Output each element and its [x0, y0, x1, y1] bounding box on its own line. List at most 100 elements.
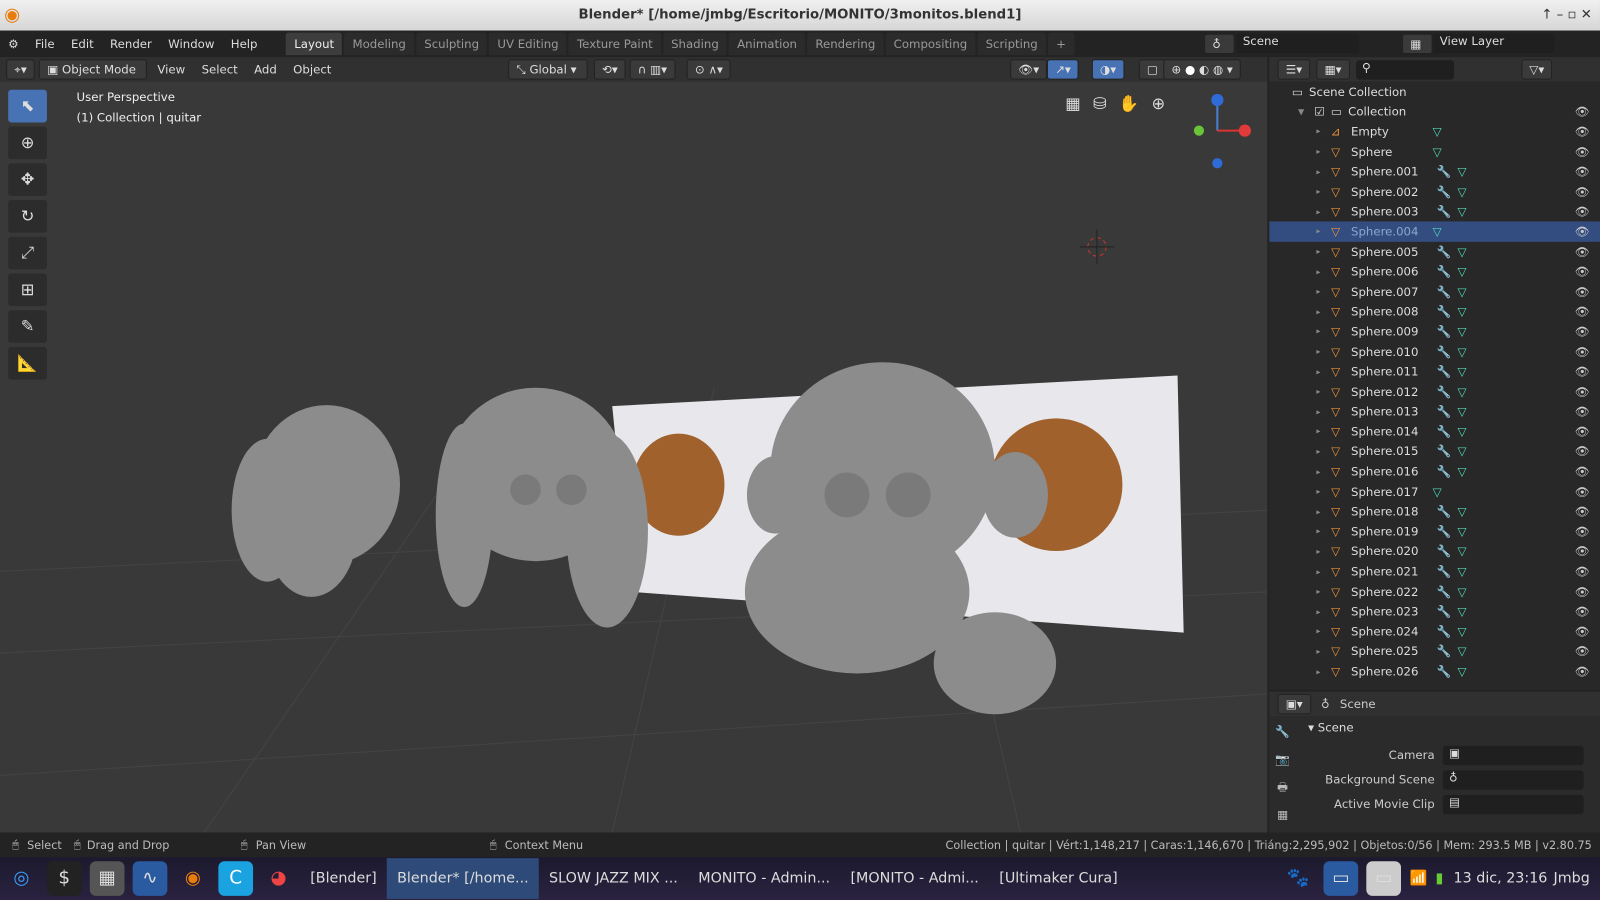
collection-row[interactable]: ▼ ☑ ▭ Collection 👁	[1269, 102, 1600, 122]
expand-icon[interactable]: ▸	[1316, 427, 1326, 436]
wrench-icon[interactable]: 🔧	[1437, 424, 1452, 438]
expand-icon[interactable]: ▸	[1316, 147, 1326, 156]
expand-icon[interactable]: ▸	[1316, 187, 1326, 196]
eye-icon[interactable]: 👁	[1575, 424, 1590, 438]
measure-tool-icon[interactable]: 📐	[8, 346, 47, 380]
outliner-item[interactable]: ▸ ▽ Sphere.008 🔧 ▽ 👁	[1269, 302, 1600, 322]
outliner-item[interactable]: ▸ ▽ Sphere.002 🔧 ▽ 👁	[1269, 182, 1600, 202]
user-name[interactable]: Jmbg	[1554, 870, 1590, 886]
wrench-icon[interactable]: 🔧	[1437, 324, 1452, 338]
shading-modes[interactable]: ⊕ ● ◐ ◍ ▾	[1163, 59, 1241, 80]
mesh-data-icon[interactable]: ▽	[1457, 504, 1466, 518]
eye-icon[interactable]: 👁	[1575, 664, 1590, 678]
task-files-1[interactable]: MONITO - Admin...	[688, 858, 840, 899]
proportional-edit-icon[interactable]: ⊙ ∧▾	[686, 59, 732, 80]
mesh-data-icon[interactable]: ▽	[1433, 144, 1442, 158]
outliner-item[interactable]: ▸ ▽ Sphere.012 🔧 ▽ 👁	[1269, 382, 1600, 402]
3d-viewport[interactable]: User Perspective (1) Collection | quitar…	[0, 81, 1268, 833]
filter-icon[interactable]: ▽▾	[1521, 59, 1553, 80]
outliner-item[interactable]: ▸ ▽ Sphere.015 🔧 ▽ 👁	[1269, 442, 1600, 462]
active-movie-clip-field[interactable]: ▤	[1442, 794, 1584, 814]
mesh-data-icon[interactable]: ▽	[1457, 204, 1466, 218]
outliner-item[interactable]: ▸ ▽ Sphere.019 🔧 ▽ 👁	[1269, 521, 1600, 541]
scene-selector[interactable]: Scene	[1236, 33, 1360, 54]
checkbox-icon[interactable]: ☑	[1314, 104, 1325, 118]
menu-help[interactable]: Help	[223, 37, 266, 51]
wrench-icon[interactable]: 🔧	[1437, 564, 1452, 578]
outliner-item[interactable]: ▸ ▽ Sphere.014 🔧 ▽ 👁	[1269, 422, 1600, 442]
blender-launcher-icon[interactable]: ◉	[176, 861, 211, 896]
eye-icon[interactable]: 👁	[1575, 584, 1590, 598]
move-tool-icon[interactable]: ✥	[8, 163, 47, 196]
wifi-icon[interactable]: 📶	[1409, 870, 1427, 886]
wrench-icon[interactable]: 🔧	[1437, 444, 1452, 458]
wrench-icon[interactable]: 🔧	[1437, 604, 1452, 618]
mesh-data-icon[interactable]: ▽	[1457, 164, 1466, 178]
eye-icon[interactable]: 👁	[1575, 644, 1590, 658]
tab-scripting[interactable]: Scripting	[977, 32, 1046, 56]
menu-select[interactable]: Select	[195, 60, 243, 78]
eye-icon[interactable]: 👁	[1575, 144, 1590, 158]
outliner-item[interactable]: ▸ ▽ Sphere.004 ▽ 👁	[1269, 221, 1600, 242]
outliner-item[interactable]: ▸ ▽ Sphere.010 🔧 ▽ 👁	[1269, 342, 1600, 362]
outliner-item[interactable]: ▸ ▽ Sphere.009 🔧 ▽ 👁	[1269, 322, 1600, 342]
outliner-item[interactable]: ▸ ▽ Sphere.025 🔧 ▽ 👁	[1269, 641, 1600, 661]
calculator-icon[interactable]: ▦	[89, 861, 125, 896]
battery-icon[interactable]: ▮	[1435, 870, 1443, 886]
view-nav-buttons[interactable]: ▦⛁✋⊕	[1065, 94, 1177, 113]
chrome-icon[interactable]: ◕	[261, 861, 296, 896]
wrench-icon[interactable]: 🔧	[1437, 644, 1452, 658]
expand-icon[interactable]: ▸	[1316, 247, 1326, 256]
outliner-item[interactable]: ▸ ▽ Sphere.026 🔧 ▽ 👁	[1269, 661, 1600, 681]
expand-icon[interactable]: ▸	[1316, 667, 1326, 676]
mesh-data-icon[interactable]: ▽	[1457, 424, 1466, 438]
expand-icon[interactable]: ▸	[1316, 167, 1326, 176]
terminal-icon[interactable]: $	[46, 861, 82, 896]
outliner-item[interactable]: ▸ ▽ Sphere.017 ▽ 👁	[1269, 482, 1600, 502]
expand-icon[interactable]: ▸	[1316, 467, 1326, 476]
tab-texture-paint[interactable]: Texture Paint	[568, 32, 661, 56]
wrench-icon[interactable]: 🔧	[1437, 464, 1452, 478]
eye-icon[interactable]: 👁	[1575, 244, 1590, 258]
system-monitor-icon[interactable]: ∿	[132, 861, 168, 896]
properties-tabs[interactable]: 🔧 📷 🖶 ▦	[1269, 718, 1296, 828]
mesh-data-icon[interactable]: ▽	[1457, 284, 1466, 298]
eye-icon[interactable]: 👁	[1575, 504, 1590, 518]
camera-field[interactable]: ▣	[1442, 745, 1584, 765]
tab-shading[interactable]: Shading	[662, 32, 727, 56]
outliner-item[interactable]: ▸ ▽ Sphere.011 🔧 ▽ 👁	[1269, 362, 1600, 382]
outliner-item[interactable]: ▸ ▽ Sphere.023 🔧 ▽ 👁	[1269, 601, 1600, 621]
tab-modeling[interactable]: Modeling	[344, 32, 415, 56]
scene-collection-row[interactable]: ▭ Scene Collection	[1269, 82, 1600, 102]
task-cura[interactable]: [Ultimaker Cura]	[989, 858, 1128, 899]
desktop-icon[interactable]: ▭	[1323, 861, 1359, 896]
editor-type-button[interactable]: ⌖▾	[6, 59, 35, 80]
menu-render[interactable]: Render	[102, 37, 160, 51]
xray-icon[interactable]: ▢	[1138, 59, 1167, 80]
task-files-2[interactable]: [MONITO - Admi...	[840, 858, 989, 899]
wrench-icon[interactable]: 🔧	[1437, 364, 1452, 378]
task-chrome[interactable]: SLOW JAZZ MIX ...	[539, 858, 688, 899]
scene-browse-icon[interactable]: ♁	[1204, 33, 1235, 55]
tab-rendering[interactable]: Rendering	[807, 32, 884, 56]
expand-icon[interactable]: ▸	[1316, 347, 1326, 356]
wrench-icon[interactable]: 🔧	[1437, 624, 1452, 638]
mesh-data-icon[interactable]: ▽	[1433, 124, 1442, 138]
eye-icon[interactable]: 👁	[1575, 164, 1590, 178]
rotate-tool-icon[interactable]: ↻	[8, 199, 47, 233]
scene-panel-header[interactable]: ▾ Scene	[1300, 716, 1600, 738]
tab-animation[interactable]: Animation	[728, 32, 806, 56]
orientation-selector[interactable]: ⤡ Global ▾	[508, 59, 588, 80]
cursor-tool-icon[interactable]: ⊕	[8, 126, 47, 160]
eye-icon[interactable]: 👁	[1575, 344, 1590, 358]
visibility-icon[interactable]: 👁▾	[1010, 59, 1048, 80]
mesh-data-icon[interactable]: ▽	[1457, 324, 1466, 338]
wrench-icon[interactable]: 🔧	[1437, 384, 1452, 398]
eye-icon[interactable]: 👁	[1575, 304, 1590, 318]
wrench-icon[interactable]: 🔧	[1437, 584, 1452, 598]
eye-icon[interactable]: 👁	[1575, 104, 1590, 118]
add-workspace-button[interactable]: +	[1047, 32, 1075, 56]
outliner-search-input[interactable]: ⚲	[1355, 59, 1454, 80]
mesh-data-icon[interactable]: ▽	[1457, 524, 1466, 538]
task-blender-2[interactable]: Blender* [/home...	[386, 858, 539, 899]
